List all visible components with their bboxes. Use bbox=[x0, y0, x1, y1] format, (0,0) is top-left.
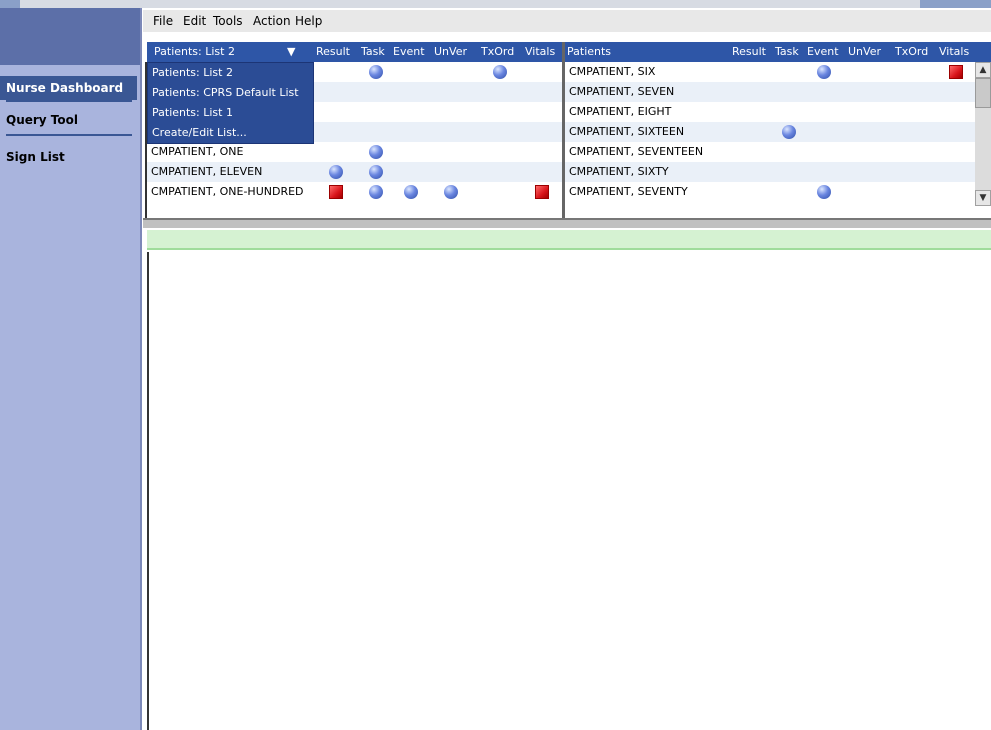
menubar: File Edit Tools Action Help bbox=[143, 10, 991, 32]
patient-row[interactable]: CMPATIENT, SEVENTEEN bbox=[565, 142, 975, 162]
menu-tools[interactable]: Tools bbox=[213, 14, 243, 28]
left-list-header: Patients: List 2 ▼ Result Task Event UnV… bbox=[147, 42, 562, 62]
status-ball-icon[interactable] bbox=[369, 145, 383, 159]
status-ball-icon[interactable] bbox=[444, 185, 458, 199]
dropdown-option[interactable]: Patients: List 1 bbox=[148, 103, 313, 123]
nav-item-query-tool[interactable]: Query Tool bbox=[0, 108, 137, 132]
col-result[interactable]: Result bbox=[732, 42, 766, 62]
patient-name: CMPATIENT, SEVENTEEN bbox=[569, 145, 704, 158]
col-task[interactable]: Task bbox=[775, 42, 799, 62]
patient-row[interactable]: CMPATIENT, ONE bbox=[147, 142, 562, 162]
nav-item-nurse-dashboard[interactable]: Nurse Dashboard bbox=[0, 76, 137, 100]
col-event[interactable]: Event bbox=[807, 42, 839, 62]
menu-file[interactable]: File bbox=[153, 14, 173, 28]
menu-action[interactable]: Action bbox=[253, 14, 291, 28]
nav-item-sign-list[interactable]: Sign List bbox=[0, 145, 137, 169]
alert-square-icon[interactable] bbox=[329, 185, 343, 199]
col-task[interactable]: Task bbox=[361, 42, 385, 62]
col-unver[interactable]: UnVer bbox=[848, 42, 881, 62]
patient-row[interactable]: CMPATIENT, ELEVEN bbox=[147, 162, 562, 182]
status-ball-icon[interactable] bbox=[493, 65, 507, 79]
col-event[interactable]: Event bbox=[393, 42, 425, 62]
patient-name: CMPATIENT, ONE bbox=[151, 145, 244, 158]
dropdown-option[interactable]: Patients: CPRS Default List bbox=[148, 83, 313, 103]
patient-row[interactable]: CMPATIENT, EIGHT bbox=[565, 102, 975, 122]
menu-edit[interactable]: Edit bbox=[183, 14, 206, 28]
patient-name: CMPATIENT, SEVENTY bbox=[569, 185, 688, 198]
status-ball-icon[interactable] bbox=[329, 165, 343, 179]
menu-help[interactable]: Help bbox=[295, 14, 322, 28]
col-vitals[interactable]: Vitals bbox=[939, 42, 969, 62]
right-panel-title: Patients bbox=[567, 45, 612, 58]
patient-list-selector[interactable]: Patients: List 2 bbox=[154, 42, 235, 62]
status-ball-icon[interactable] bbox=[817, 65, 831, 79]
patient-row[interactable]: CMPATIENT, SIX bbox=[565, 62, 975, 82]
patient-row[interactable]: CMPATIENT, SEVENTY bbox=[565, 182, 975, 202]
dropdown-arrow-icon[interactable]: ▼ bbox=[287, 42, 295, 62]
patient-row[interactable]: CMPATIENT, SIXTEEN bbox=[565, 122, 975, 142]
scroll-up-arrow-icon[interactable]: ▲ bbox=[975, 62, 991, 78]
right-list-scrollbar[interactable]: ▲ ▼ bbox=[975, 62, 991, 206]
patient-name: CMPATIENT, SIX bbox=[569, 65, 656, 78]
patient-name: CMPATIENT, SIXTY bbox=[569, 165, 669, 178]
col-txord[interactable]: TxOrd bbox=[895, 42, 928, 62]
detail-content-area bbox=[147, 252, 991, 730]
patient-name: CMPATIENT, SEVEN bbox=[569, 85, 675, 98]
left-nav: Nurse Dashboard Query Tool Sign List bbox=[0, 8, 142, 730]
window-titlebar bbox=[0, 0, 991, 8]
status-ball-icon[interactable] bbox=[369, 185, 383, 199]
right-list-header: Patients Result Task Event UnVer TxOrd V… bbox=[565, 42, 991, 62]
col-vitals[interactable]: Vitals bbox=[525, 42, 555, 62]
col-unver[interactable]: UnVer bbox=[434, 42, 467, 62]
nav-divider bbox=[6, 100, 132, 102]
patient-row[interactable]: CMPATIENT, SIXTY bbox=[565, 162, 975, 182]
patient-row[interactable]: CMPATIENT, SEVEN bbox=[565, 82, 975, 102]
nav-divider bbox=[6, 134, 132, 136]
titlebar-strip bbox=[20, 0, 920, 8]
status-ball-icon[interactable] bbox=[782, 125, 796, 139]
col-txord[interactable]: TxOrd bbox=[481, 42, 514, 62]
status-ball-icon[interactable] bbox=[369, 65, 383, 79]
status-ball-icon[interactable] bbox=[369, 165, 383, 179]
alert-square-icon[interactable] bbox=[535, 185, 549, 199]
col-result[interactable]: Result bbox=[316, 42, 350, 62]
nav-header bbox=[0, 8, 140, 65]
patient-name: CMPATIENT, SIXTEEN bbox=[569, 125, 685, 138]
panel-divider[interactable] bbox=[562, 42, 565, 218]
patient-name: CMPATIENT, EIGHT bbox=[569, 105, 672, 118]
scroll-down-arrow-icon[interactable]: ▼ bbox=[975, 190, 991, 206]
scrollbar-thumb[interactable] bbox=[975, 78, 991, 108]
alert-square-icon[interactable] bbox=[949, 65, 963, 79]
pane-splitter[interactable] bbox=[143, 218, 991, 228]
patient-row[interactable]: CMPATIENT, ONE-HUNDRED bbox=[147, 182, 562, 202]
patient-name: CMPATIENT, ELEVEN bbox=[151, 165, 263, 178]
status-ball-icon[interactable] bbox=[817, 185, 831, 199]
patient-name: CMPATIENT, ONE-HUNDRED bbox=[151, 185, 304, 198]
dropdown-option[interactable]: Create/Edit List... bbox=[148, 123, 313, 143]
dropdown-option[interactable]: Patients: List 2 bbox=[148, 63, 313, 83]
status-strip bbox=[147, 230, 991, 250]
status-ball-icon[interactable] bbox=[404, 185, 418, 199]
patient-list-dropdown: Patients: List 2 Patients: CPRS Default … bbox=[147, 62, 314, 144]
